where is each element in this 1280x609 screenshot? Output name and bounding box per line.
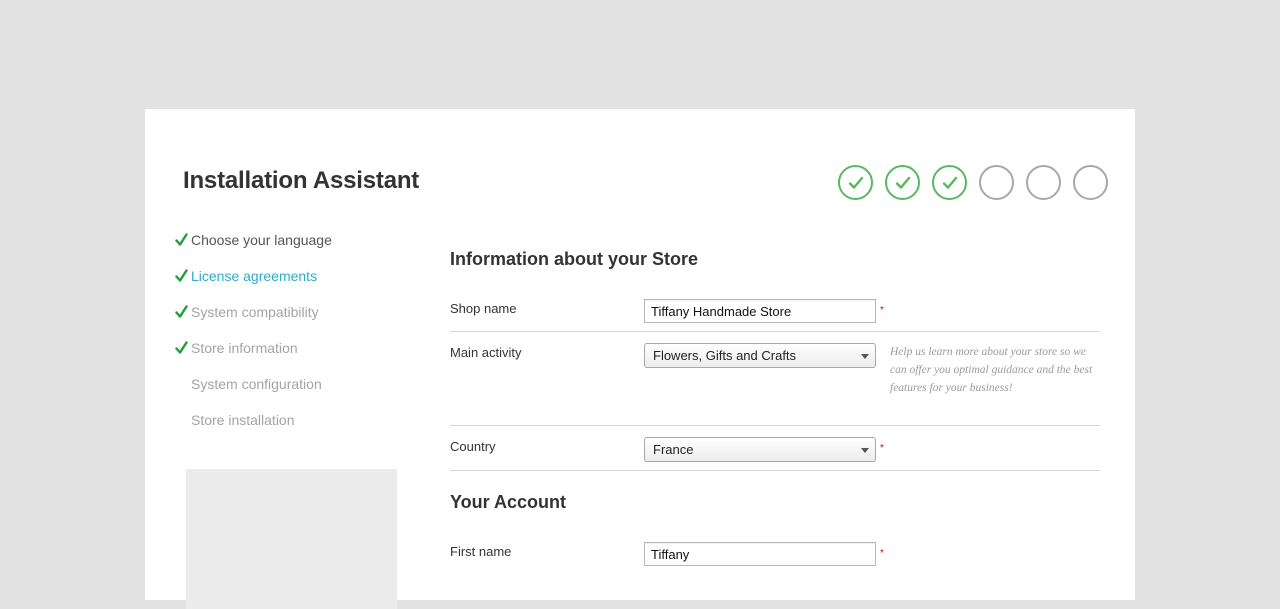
- step-1-check-circle-icon: [838, 165, 873, 200]
- page-title: Installation Assistant: [183, 167, 420, 194]
- progress-steps: [838, 165, 1108, 200]
- checkmark-icon: [175, 341, 188, 354]
- checkmark-icon: [175, 269, 188, 282]
- chevron-down-icon: [861, 448, 869, 453]
- divider: [450, 331, 1100, 332]
- divider: [450, 470, 1100, 471]
- checkmark-icon: [175, 305, 188, 318]
- sidebar-item-system-compatibility[interactable]: System compatibility: [175, 301, 332, 337]
- shop-name-label: Shop name: [450, 301, 517, 316]
- required-marker: *: [880, 305, 884, 316]
- country-select[interactable]: France: [644, 437, 876, 462]
- step-2-check-circle-icon: [885, 165, 920, 200]
- sidebar-item-system-configuration: System configuration: [175, 373, 332, 409]
- sidebar-item-label: System compatibility: [191, 304, 319, 320]
- account-heading: Your Account: [450, 492, 566, 512]
- required-marker: *: [880, 548, 884, 559]
- main-activity-label: Main activity: [450, 345, 522, 360]
- checkmark-icon: [175, 233, 188, 246]
- step-4-empty-circle-icon: [979, 165, 1014, 200]
- required-marker: *: [880, 443, 884, 454]
- shop-name-input[interactable]: [644, 299, 876, 323]
- chevron-down-icon: [861, 354, 869, 359]
- sidebar-item-license-agreements[interactable]: License agreements: [175, 265, 332, 301]
- sidebar-item-label: System configuration: [191, 376, 322, 392]
- installer-panel: Installation Assistant Choose your langu…: [145, 109, 1135, 609]
- main-activity-value: Flowers, Gifts and Crafts: [653, 348, 797, 363]
- sidebar-item-choose-language[interactable]: Choose your language: [175, 229, 332, 265]
- step-3-check-circle-icon: [932, 165, 967, 200]
- divider: [450, 425, 1100, 426]
- first-name-label: First name: [450, 544, 512, 559]
- sidebar-item-label: Store installation: [191, 412, 295, 428]
- step-5-empty-circle-icon: [1026, 165, 1061, 200]
- sidebar-item-label: Store information: [191, 340, 298, 356]
- country-label: Country: [450, 439, 496, 454]
- step-6-empty-circle-icon: [1073, 165, 1108, 200]
- sidebar-item-store-installation: Store installation: [175, 409, 332, 445]
- store-info-heading: Information about your Store: [450, 249, 699, 269]
- first-name-input[interactable]: [644, 542, 876, 566]
- sidebar-placeholder-panel: [186, 469, 397, 609]
- sidebar-item-label: Choose your language: [191, 232, 332, 248]
- sidebar-item-label: License agreements: [191, 268, 318, 284]
- main-activity-select[interactable]: Flowers, Gifts and Crafts: [644, 343, 876, 368]
- country-value: France: [653, 442, 694, 457]
- sidebar-item-store-information[interactable]: Store information: [175, 337, 332, 373]
- steps-sidebar: Choose your language License agreements …: [175, 229, 332, 445]
- main-activity-help-text: Help us learn more about your store so w…: [890, 346, 1093, 394]
